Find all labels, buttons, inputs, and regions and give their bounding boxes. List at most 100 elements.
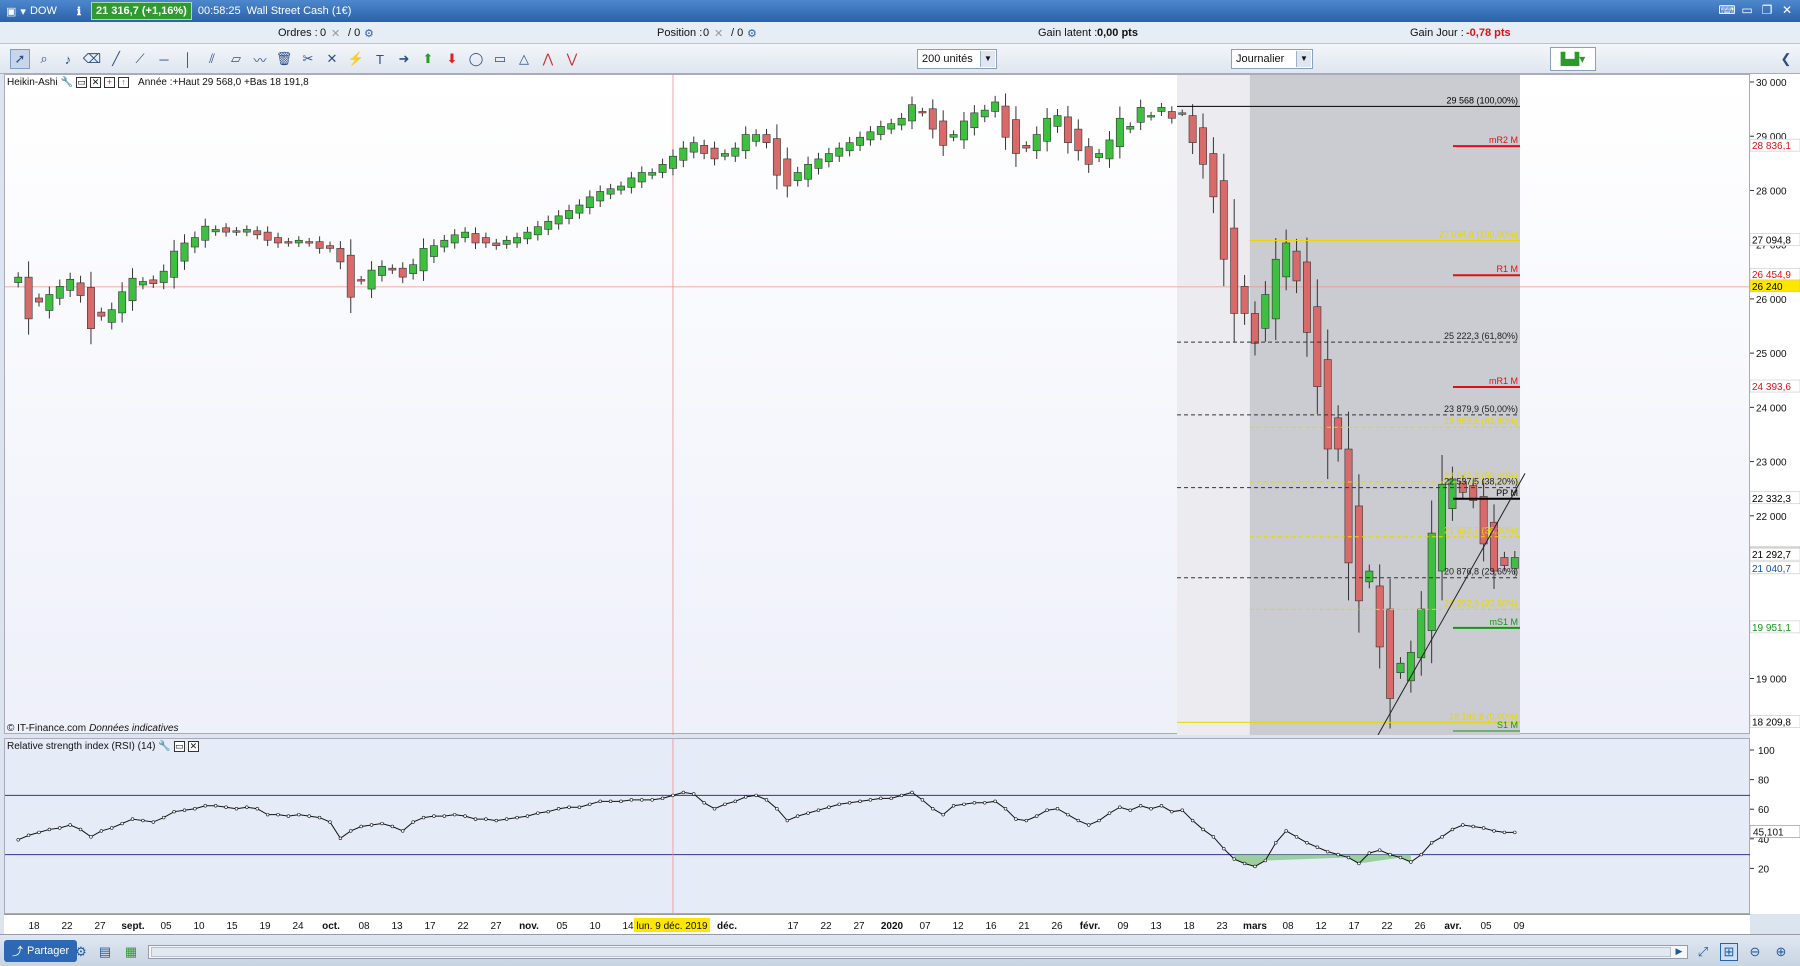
candle-body: [949, 134, 958, 138]
triangle-icon[interactable]: △: [514, 49, 534, 69]
rsi-point: [983, 801, 987, 805]
eraser-icon[interactable]: ⌫: [82, 49, 102, 69]
candle: [138, 277, 147, 290]
rsi-point: [141, 818, 145, 823]
window-icon[interactable]: ▭: [76, 77, 88, 88]
rsi-panel[interactable]: Relative strength index (RSI) (14) 🔧 ▭ ✕: [4, 738, 1751, 915]
candle: [720, 149, 729, 161]
measure-icon[interactable]: ✂: [298, 49, 318, 69]
trash-icon[interactable]: 🗑: [274, 49, 294, 69]
wrench-icon[interactable]: 🔧: [61, 77, 73, 88]
x-tick: 23: [1216, 921, 1228, 932]
text-tool-icon[interactable]: T: [370, 49, 390, 69]
up-icon[interactable]: ↑: [118, 77, 130, 88]
rsi-point: [16, 838, 20, 842]
candle: [793, 166, 802, 187]
candle-body: [1500, 557, 1509, 566]
minimize-button[interactable]: ▭: [1740, 3, 1754, 17]
channel-icon[interactable]: ▱: [226, 49, 246, 69]
candle-body: [1261, 294, 1270, 329]
close-button[interactable]: ✕: [1780, 3, 1794, 17]
sell-arrow-icon[interactable]: ⬇: [442, 49, 462, 69]
vertical-line-icon[interactable]: │: [178, 49, 198, 69]
price-chart-panel[interactable]: 29 568 (100,00%) mR2 M 27 094,8 (100,00%) R…: [4, 74, 1751, 735]
symbol-selector[interactable]: ▣ ▾ DOW: [0, 5, 63, 18]
parallel-lines-icon[interactable]: ⫽: [202, 49, 222, 69]
rsi-tick-label: 100: [1758, 746, 1775, 757]
zoom-in-icon[interactable]: ⊕: [1772, 943, 1790, 961]
orders-settings-icon[interactable]: ⚙: [364, 27, 374, 40]
ellipse-icon[interactable]: ◯: [466, 49, 486, 69]
fibonacci-icon[interactable]: ✕: [322, 49, 342, 69]
horizontal-scrollbar[interactable]: [148, 945, 1688, 959]
period-select[interactable]: Journalier ▼: [1231, 49, 1313, 69]
rsi-point: [1471, 824, 1475, 829]
add-icon[interactable]: +: [104, 77, 116, 88]
candle: [55, 279, 64, 306]
arrow-right-icon[interactable]: ➜: [394, 49, 414, 69]
heikin-ashi-legend[interactable]: Heikin-Ashi 🔧 ▭ ✕ + ↑ Année :+Haut 29 56…: [7, 77, 309, 88]
candle: [1032, 126, 1041, 159]
candle: [1147, 111, 1155, 121]
candle: [1095, 149, 1104, 163]
cancel-orders-icon[interactable]: ✕: [331, 27, 340, 40]
info-icon[interactable]: ℹ: [77, 5, 81, 18]
candle: [856, 131, 864, 152]
instrument-name: Wall Street Cash (1€): [246, 5, 352, 17]
fan-icon[interactable]: ⚡: [346, 49, 366, 69]
rsi-point: [951, 804, 956, 808]
close-position-icon[interactable]: ✕: [714, 27, 723, 40]
candle: [97, 307, 106, 321]
restore-button[interactable]: ❐: [1760, 3, 1774, 17]
pattern-icon[interactable]: ⋀: [538, 49, 558, 69]
wrench-icon[interactable]: 🔧: [158, 741, 170, 752]
price-axis[interactable]: 30 000 29 000 28 000 27 000 26 000 25 000 24 0…: [1750, 74, 1800, 914]
close-indicator-icon[interactable]: ✕: [187, 741, 199, 752]
ray-icon[interactable]: ⟋: [130, 49, 150, 69]
chart-type-button[interactable]: ▙▟▾: [1550, 47, 1596, 71]
candle-body: [128, 277, 137, 302]
zoom-tool-icon[interactable]: ⌕: [34, 49, 54, 69]
scrollbar-thumb[interactable]: [151, 947, 1671, 957]
candle-body: [1084, 146, 1093, 165]
zoom-out-icon[interactable]: ⊖: [1746, 943, 1764, 961]
candle-body: [107, 309, 116, 323]
candle-body: [824, 153, 833, 162]
rsi-legend[interactable]: Relative strength index (RSI) (14) 🔧 ▭ ✕: [7, 741, 199, 752]
level-label: mS1 M: [1489, 617, 1518, 627]
wave-icon[interactable]: 〰: [250, 49, 270, 69]
candle-body: [991, 101, 1000, 112]
x-tick-label: 12: [1315, 921, 1327, 932]
candle-body: [1282, 242, 1291, 278]
layout-icon[interactable]: ▦: [122, 943, 140, 961]
alert-bell-icon[interactable]: ♪: [58, 49, 78, 69]
zoom-fit-icon[interactable]: ⊞: [1720, 943, 1738, 961]
close-indicator-icon[interactable]: ✕: [90, 77, 102, 88]
x-tick-label: 07: [919, 921, 931, 932]
share-button[interactable]: ⤴ Partager: [4, 940, 78, 962]
units-select[interactable]: 200 unités ▼: [917, 49, 997, 69]
buy-arrow-icon[interactable]: ⬆: [418, 49, 438, 69]
candle-body: [1313, 306, 1322, 387]
quote-time: 00:58:25: [197, 5, 241, 17]
calculator-icon[interactable]: ▤: [96, 943, 114, 961]
candle-body: [76, 282, 85, 296]
trendline-icon[interactable]: ╱: [106, 49, 126, 69]
scroll-right-icon[interactable]: ▶: [1670, 942, 1688, 960]
indicators-icon[interactable]: ⚙: [72, 943, 90, 961]
candle-body: [939, 120, 948, 146]
rsi-point: [453, 812, 457, 817]
candle-body: [357, 279, 366, 282]
drawing-toolbar: ➚ ⌕ ♪ ⌫ ╱ ⟋ ─ │ ⫽ ▱ 〰 🗑 ✂ ✕ ⚡ T ➜ ⬆ ⬇ ◯ …: [0, 44, 1800, 113]
keyboard-icon[interactable]: ⌨: [1718, 3, 1735, 17]
panel-toggle-icon[interactable]: ❮: [1776, 49, 1796, 69]
position-settings-icon[interactable]: ⚙: [747, 27, 757, 40]
rectangle-icon[interactable]: ▭: [490, 49, 510, 69]
window-icon[interactable]: ▭: [173, 741, 185, 752]
auto-scale-icon[interactable]: ⤢: [1694, 943, 1712, 961]
elliott-icon[interactable]: ⋁: [562, 49, 582, 69]
date-axis[interactable]: 18 22 27 sept. 05 10 15 19 24 oct. 08 13 17 22 27 nov. 0…: [4, 914, 1750, 934]
x-tick-label: 22: [1381, 921, 1393, 932]
horizontal-line-icon[interactable]: ─: [154, 49, 174, 69]
pointer-tool-icon[interactable]: ➚: [10, 49, 30, 69]
